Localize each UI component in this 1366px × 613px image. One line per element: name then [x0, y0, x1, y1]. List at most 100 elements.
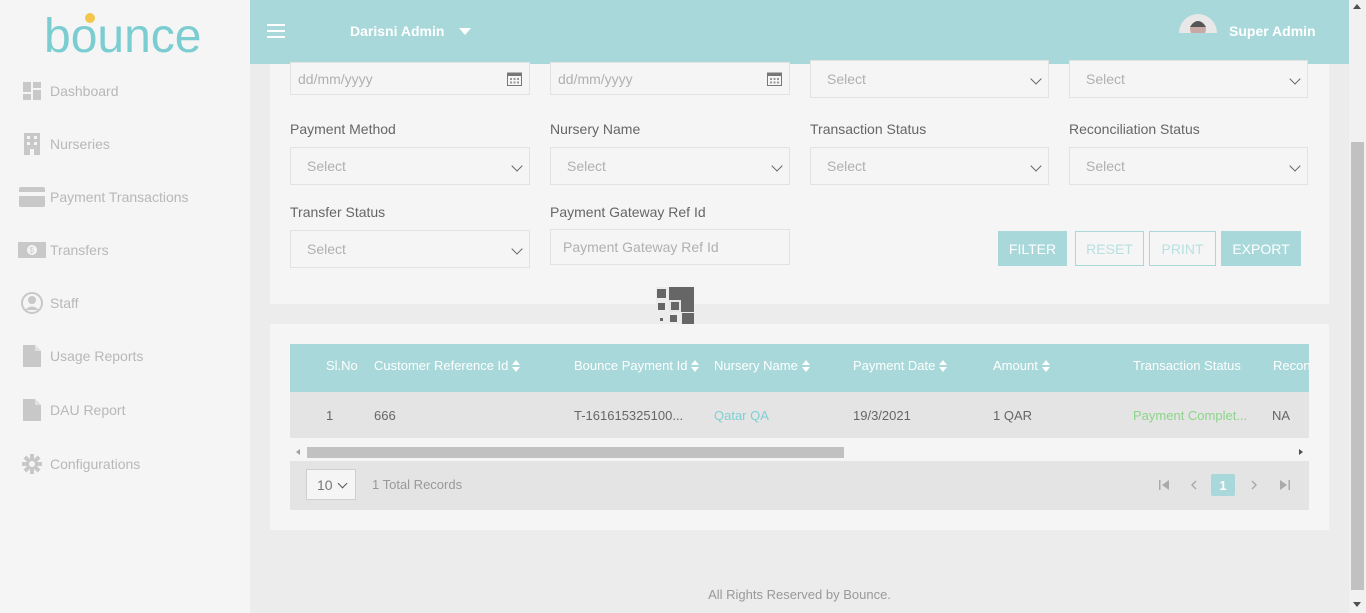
select-value: Select [827, 71, 866, 87]
sort-icon[interactable] [691, 359, 700, 372]
col-customer-ref[interactable]: Customer Reference Id [374, 358, 521, 373]
chevron-down-icon [1030, 73, 1042, 85]
payment-method-select[interactable]: Select [290, 147, 530, 185]
sidebar-item-label: Dashboard [50, 83, 119, 99]
cell-sl-no: 1 [326, 408, 334, 423]
scrollbar-thumb[interactable] [1351, 142, 1364, 590]
sidebar-item-label: Configurations [50, 456, 141, 472]
cell-amount: 1 QAR [993, 408, 1033, 423]
col-bounce-payment-id[interactable]: Bounce Payment Id [574, 358, 700, 373]
sidebar-item-dashboard[interactable]: Dashboard [0, 71, 250, 111]
cell-customer-ref: 666 [374, 408, 396, 423]
sidebar-item-nurseries[interactable]: Nurseries [0, 124, 250, 164]
chevron-down-icon [1289, 160, 1301, 172]
sort-icon[interactable] [939, 359, 948, 372]
top-select-4[interactable]: Select [1069, 60, 1308, 98]
column-title: Amount [993, 358, 1038, 373]
building-icon [20, 133, 44, 155]
avatar[interactable] [1178, 13, 1218, 33]
table-header: Sl.No Customer Reference Id Bounce Payme… [290, 344, 1309, 392]
sidebar-item-dau-report[interactable]: DAU Report [0, 390, 250, 430]
scroll-left-icon[interactable] [296, 449, 300, 455]
export-button[interactable]: EXPORT [1221, 231, 1301, 266]
money-icon: $ [18, 239, 46, 261]
total-records: 1 Total Records [372, 477, 463, 492]
gateway-ref-input[interactable]: Payment Gateway Ref Id [550, 229, 790, 265]
cell-transaction-status: Payment Complet... [1133, 408, 1248, 423]
date-from-placeholder: dd/mm/yyyy [298, 70, 373, 87]
sidebar-item-usage-reports[interactable]: Usage Reports [0, 336, 250, 376]
dashboard-icon [20, 80, 44, 102]
sidebar-item-transfers[interactable]: $ Transfers [0, 230, 250, 270]
org-name[interactable]: Darisni Admin [350, 23, 444, 39]
sidebar-item-label: Staff [50, 295, 79, 311]
sort-icon[interactable] [801, 359, 810, 372]
chevron-down-icon [1289, 73, 1301, 85]
bounce-logo[interactable]: bounce [44, 8, 209, 60]
rows-per-page-select[interactable]: 10 [306, 469, 356, 500]
chevron-down-icon [511, 160, 523, 172]
org-dropdown-icon[interactable] [459, 28, 471, 35]
logo-text: bounce [44, 10, 201, 60]
input-placeholder: Payment Gateway Ref Id [563, 239, 719, 255]
vertical-scrollbar[interactable] [1349, 0, 1366, 613]
credit-card-icon [18, 186, 46, 208]
first-page-icon[interactable] [1157, 474, 1171, 496]
nursery-name-label: Nursery Name [550, 121, 641, 137]
page-button-current[interactable]: 1 [1211, 474, 1235, 496]
prev-page-icon[interactable] [1187, 474, 1201, 496]
horizontal-scrollbar[interactable] [290, 444, 1309, 461]
svg-text:$: $ [30, 246, 35, 255]
col-transaction-status[interactable]: Transaction Status [1133, 358, 1241, 373]
col-payment-date[interactable]: Payment Date [853, 358, 948, 373]
nursery-name-select[interactable]: Select [550, 147, 790, 185]
sort-icon[interactable] [512, 359, 521, 372]
sidebar-item-label: Payment Transactions [50, 189, 189, 205]
reconciliation-status-select[interactable]: Select [1069, 147, 1308, 185]
menu-toggle-icon[interactable] [267, 24, 285, 38]
top-header: Darisni Admin Super Admin [250, 0, 1349, 64]
transaction-status-select[interactable]: Select [810, 147, 1049, 185]
date-from-field[interactable]: dd/mm/yyyy [290, 62, 530, 95]
col-nursery-name[interactable]: Nursery Name [714, 358, 810, 373]
col-amount[interactable]: Amount [993, 358, 1050, 373]
sidebar-item-staff[interactable]: Staff [0, 283, 250, 323]
scroll-up-icon[interactable] [1353, 4, 1361, 9]
cell-nursery-name-link[interactable]: Qatar QA [714, 408, 769, 423]
col-sl-no[interactable]: Sl.No [326, 358, 358, 373]
loading-spinner-icon [656, 287, 694, 325]
calendar-icon[interactable] [507, 71, 522, 86]
date-to-field[interactable]: dd/mm/yyyy [550, 62, 790, 95]
transfer-status-select[interactable]: Select [290, 230, 530, 268]
col-reconciliation[interactable]: Recon [1273, 358, 1309, 373]
sidebar: bounce Dashboard Nurseries Payment Trans… [0, 0, 250, 613]
transaction-status-label: Transaction Status [810, 121, 927, 137]
scroll-right-icon[interactable] [1299, 449, 1303, 455]
scrollbar-thumb[interactable] [307, 447, 844, 458]
sidebar-item-payment-transactions[interactable]: Payment Transactions [0, 177, 250, 217]
filter-button[interactable]: FILTER [998, 231, 1067, 266]
date-to-placeholder: dd/mm/yyyy [558, 70, 633, 87]
last-page-icon[interactable] [1277, 474, 1291, 496]
sidebar-item-label: DAU Report [50, 402, 126, 418]
top-select-3[interactable]: Select [810, 60, 1049, 98]
user-name[interactable]: Super Admin [1229, 23, 1316, 39]
table-row[interactable]: 1 666 T-161615325100... Qatar QA 19/3/20… [290, 392, 1309, 438]
cell-reconciliation: NA [1272, 408, 1291, 423]
sort-icon[interactable] [1041, 359, 1050, 372]
user-icon [20, 292, 44, 314]
scroll-down-icon[interactable] [1353, 602, 1361, 607]
select-value: Select [567, 158, 606, 174]
select-value: Select [307, 241, 346, 257]
sidebar-item-configurations[interactable]: Configurations [0, 444, 250, 484]
cell-payment-date: 19/3/2021 [853, 408, 911, 423]
select-value: 10 [317, 476, 333, 493]
chevron-down-icon [1030, 160, 1042, 172]
calendar-icon[interactable] [767, 71, 782, 86]
print-button[interactable]: PRINT [1149, 231, 1216, 266]
reset-button[interactable]: RESET [1075, 231, 1144, 266]
transfer-status-label: Transfer Status [290, 204, 386, 220]
next-page-icon[interactable] [1247, 474, 1261, 496]
column-title: Transaction Status [1133, 358, 1241, 373]
document-icon [20, 399, 44, 421]
